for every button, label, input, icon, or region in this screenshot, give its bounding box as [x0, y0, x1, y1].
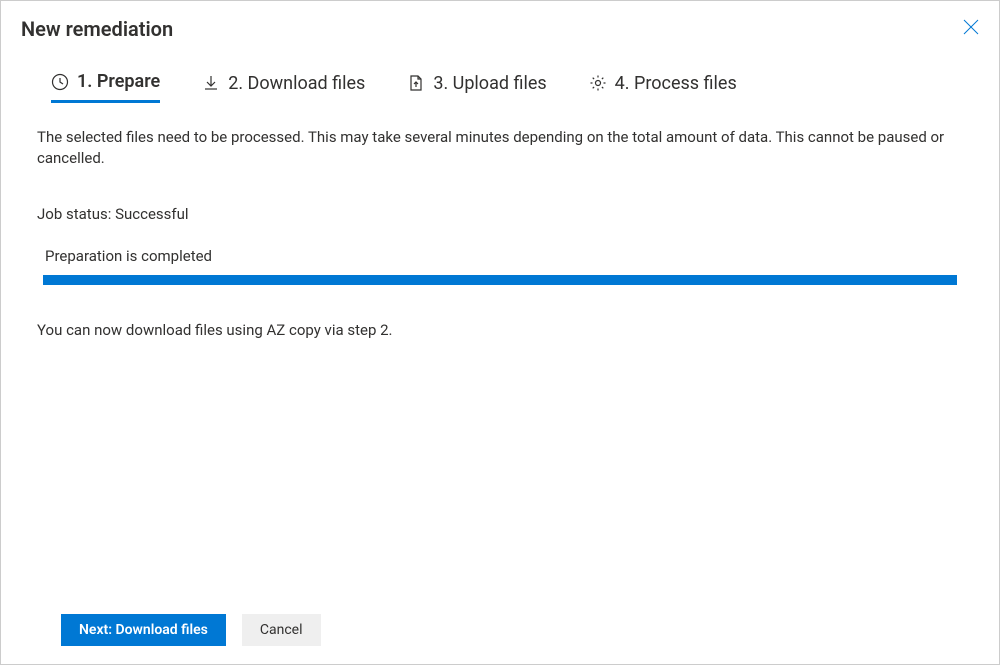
gear-icon [589, 74, 607, 92]
tab-label: 4. Process files [615, 73, 737, 94]
job-status: Job status: Successful [37, 205, 963, 223]
tab-prepare[interactable]: 1. Prepare [51, 71, 160, 103]
tab-label: 2. Download files [228, 73, 365, 94]
hint-text: You can now download files using AZ copy… [37, 321, 963, 339]
status-value: Successful [115, 205, 188, 223]
content-area: The selected files need to be processed.… [1, 103, 999, 339]
description-text: The selected files need to be processed.… [37, 127, 963, 169]
download-icon [202, 74, 220, 92]
close-button[interactable] [959, 17, 983, 41]
close-icon [963, 19, 979, 39]
tab-upload[interactable]: 3. Upload files [407, 71, 546, 103]
progress-bar-container [37, 275, 963, 285]
cancel-button[interactable]: Cancel [242, 614, 321, 646]
dialog-footer: Next: Download files Cancel [61, 614, 321, 646]
tab-download[interactable]: 2. Download files [202, 71, 365, 103]
upload-doc-icon [407, 74, 425, 92]
clock-icon [51, 73, 69, 91]
tab-process[interactable]: 4. Process files [589, 71, 737, 103]
dialog-title: New remediation [21, 17, 173, 41]
status-label: Job status: [37, 205, 111, 223]
tab-label: 1. Prepare [77, 71, 160, 92]
next-button[interactable]: Next: Download files [61, 614, 226, 646]
progress-label: Preparation is completed [37, 247, 963, 265]
dialog-header: New remediation [1, 1, 999, 49]
tab-label: 3. Upload files [433, 73, 546, 94]
progress-bar [43, 275, 957, 285]
wizard-tabs: 1. Prepare 2. Download files 3. Upload f… [1, 49, 999, 103]
